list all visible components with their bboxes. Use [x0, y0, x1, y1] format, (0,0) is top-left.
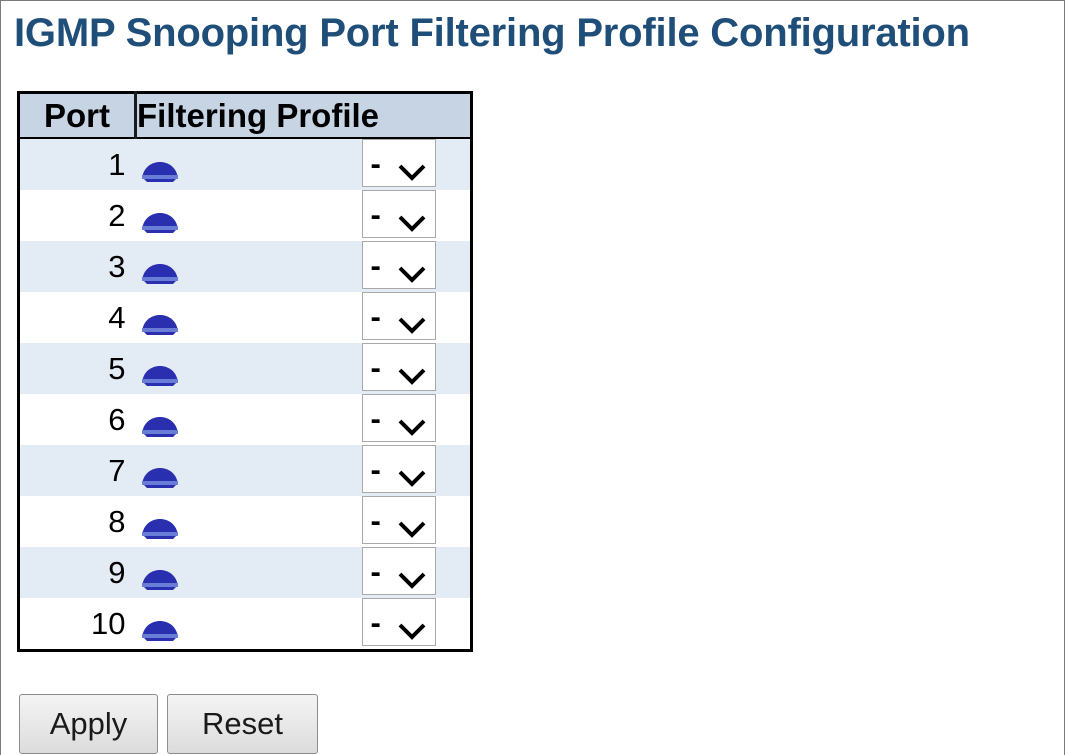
selected-profile-value: - [370, 605, 381, 640]
selected-profile-value: - [370, 299, 381, 334]
chevron-down-icon [397, 409, 427, 436]
table-row: 10 - [18, 598, 472, 651]
profile-dome-icon[interactable] [140, 410, 180, 437]
port-number: 3 [18, 241, 136, 292]
profile-dome-icon[interactable] [140, 512, 180, 539]
table-row: 1- [18, 138, 472, 190]
selected-profile-value: - [370, 554, 381, 589]
selected-profile-value: - [370, 503, 381, 538]
filtering-profile-cell: - [135, 496, 472, 547]
table-row: 5- [18, 343, 472, 394]
apply-button[interactable]: Apply [19, 694, 158, 754]
selected-profile-value: - [370, 248, 381, 283]
page-title: IGMP Snooping Port Filtering Profile Con… [14, 11, 970, 55]
table-row: 7- [18, 445, 472, 496]
port-number: 10 [18, 598, 136, 651]
filtering-profile-select[interactable]: - [361, 343, 436, 391]
filtering-profile-select[interactable]: - [361, 190, 436, 238]
profile-dome-icon[interactable] [140, 563, 180, 590]
page: IGMP Snooping Port Filtering Profile Con… [0, 0, 1065, 755]
port-number: 9 [18, 547, 136, 598]
filtering-profile-cell: - [135, 190, 472, 241]
selected-profile-value: - [370, 401, 381, 436]
filtering-profile-select[interactable]: - [361, 496, 436, 544]
port-number: 8 [18, 496, 136, 547]
table-row: 9- [18, 547, 472, 598]
table-row: 6- [18, 394, 472, 445]
filtering-profile-cell: - [135, 394, 472, 445]
chevron-down-icon [397, 562, 427, 589]
selected-profile-value: - [370, 197, 381, 232]
profile-dome-icon[interactable] [140, 461, 180, 488]
filtering-profile-cell: - [135, 547, 472, 598]
profile-dome-icon[interactable] [140, 257, 180, 284]
port-filtering-table: Port Filtering Profile 1-2-3-4-5-6-7-8-9… [17, 91, 473, 652]
table-body: 1-2-3-4-5-6-7-8-9-10- [18, 138, 472, 651]
chevron-down-icon [397, 307, 427, 334]
chevron-down-icon [397, 460, 427, 487]
port-number: 6 [18, 394, 136, 445]
port-number: 5 [18, 343, 136, 394]
table-row: 8- [18, 496, 472, 547]
chevron-down-icon [397, 358, 427, 385]
table-row: 4- [18, 292, 472, 343]
filtering-profile-cell: - [135, 241, 472, 292]
filtering-profile-select[interactable]: - [361, 139, 436, 187]
filtering-profile-cell: - [135, 292, 472, 343]
table-row: 2- [18, 190, 472, 241]
selected-profile-value: - [370, 452, 381, 487]
profile-dome-icon[interactable] [140, 308, 180, 335]
port-number: 2 [18, 190, 136, 241]
filtering-profile-cell: - [135, 343, 472, 394]
selected-profile-value: - [370, 146, 381, 181]
filtering-profile-cell: - [135, 445, 472, 496]
filtering-profile-cell: - [135, 598, 472, 651]
port-number: 1 [18, 138, 136, 190]
table-row: 3- [18, 241, 472, 292]
reset-button[interactable]: Reset [167, 694, 318, 754]
table-header-row: Port Filtering Profile [18, 92, 472, 139]
chevron-down-icon [397, 154, 427, 181]
selected-profile-value: - [370, 350, 381, 385]
chevron-down-icon [397, 256, 427, 283]
filtering-profile-select[interactable]: - [361, 241, 436, 289]
profile-dome-icon[interactable] [140, 155, 180, 182]
filtering-profile-select[interactable]: - [361, 445, 436, 493]
profile-dome-icon[interactable] [140, 359, 180, 386]
filtering-profile-select[interactable]: - [361, 292, 436, 340]
profile-dome-icon[interactable] [140, 206, 180, 233]
port-number: 7 [18, 445, 136, 496]
filtering-profile-select[interactable]: - [361, 598, 436, 646]
filtering-profile-select[interactable]: - [361, 394, 436, 442]
filtering-profile-select[interactable]: - [361, 547, 436, 595]
chevron-down-icon [397, 205, 427, 232]
chevron-down-icon [397, 511, 427, 538]
column-header-filtering-profile: Filtering Profile [135, 92, 472, 139]
profile-dome-icon[interactable] [140, 614, 180, 641]
port-number: 4 [18, 292, 136, 343]
column-header-port: Port [18, 92, 137, 139]
chevron-down-icon [397, 613, 427, 640]
filtering-profile-cell: - [135, 138, 472, 190]
